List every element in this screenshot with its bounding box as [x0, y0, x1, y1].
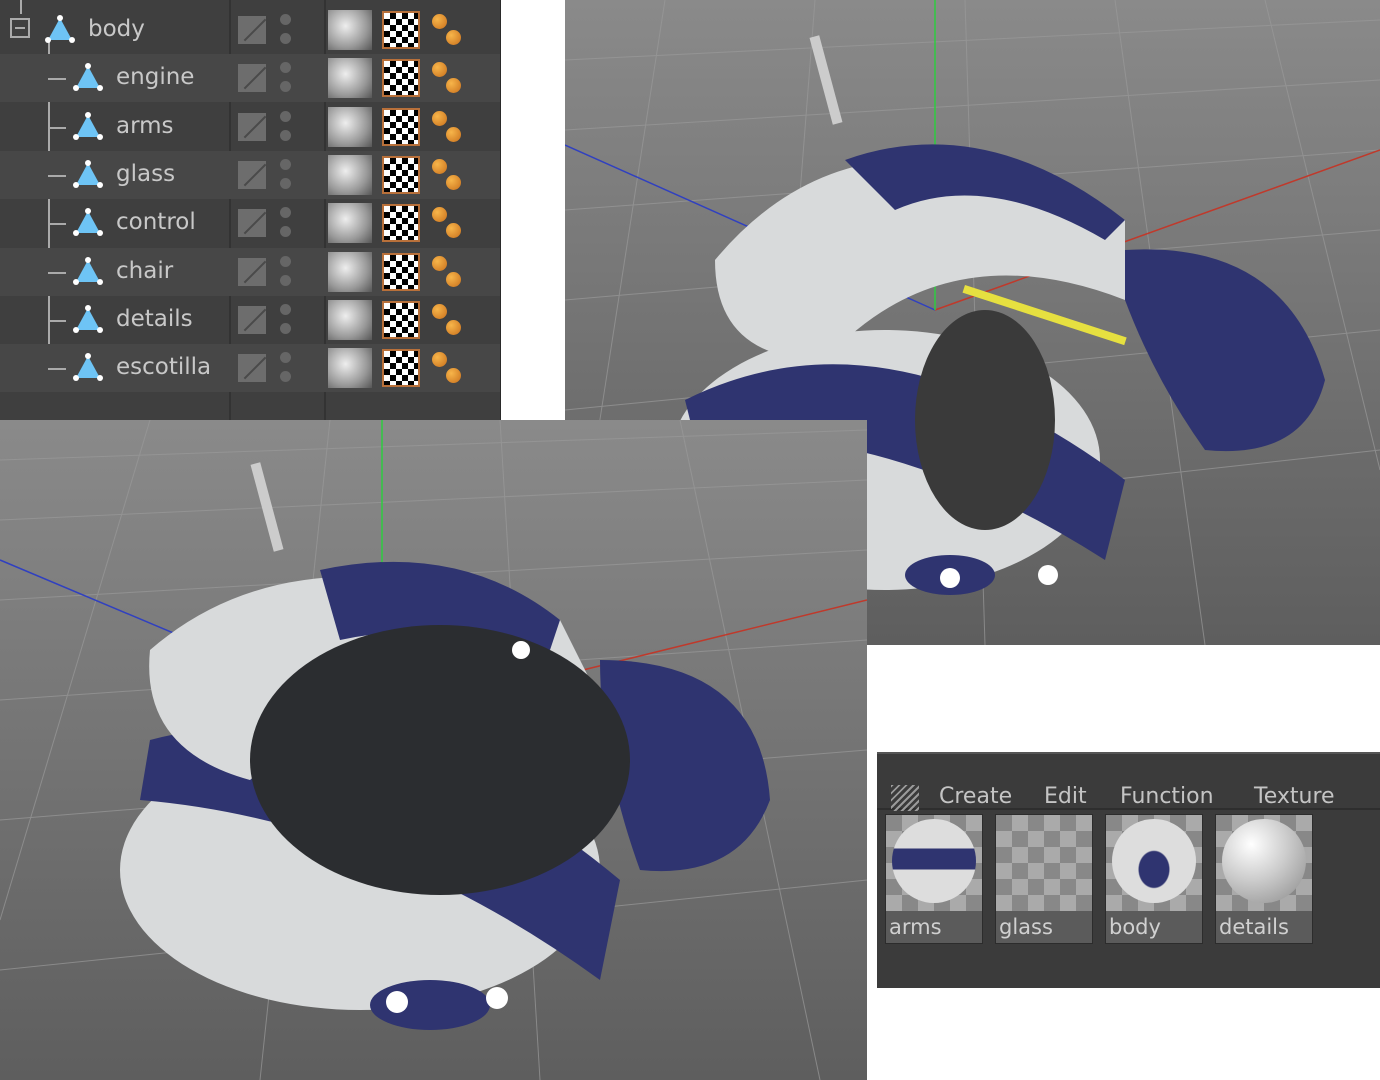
material-sphere-icon	[1222, 819, 1306, 903]
texture-tag-icon[interactable]	[328, 10, 372, 50]
menu-edit[interactable]: Edit	[1044, 784, 1087, 809]
visibility-dots-icon[interactable]	[280, 14, 292, 46]
object-manager: body engine arms glass control chair details es…	[0, 0, 501, 420]
visibility-dots-icon[interactable]	[280, 352, 292, 384]
object-row-body[interactable]: body	[0, 6, 500, 54]
phong-tag-icon[interactable]	[430, 60, 466, 96]
material-manager: Create Edit Function Texture arms glass …	[877, 752, 1380, 988]
visibility-dots-icon[interactable]	[280, 158, 292, 191]
material-preview	[1106, 815, 1202, 911]
visibility-dots-icon[interactable]	[280, 110, 292, 143]
layer-icon[interactable]	[238, 64, 266, 93]
uvw-tag-icon[interactable]	[382, 59, 420, 98]
tree-branch	[48, 126, 66, 129]
texture-tag-icon[interactable]	[328, 58, 372, 99]
object-name[interactable]: escotilla	[116, 354, 211, 380]
menu-function[interactable]: Function	[1120, 784, 1214, 809]
texture-tag-icon[interactable]	[328, 251, 372, 292]
object-row-chair[interactable]: chair	[0, 247, 500, 296]
object-row-glass[interactable]: glass	[0, 150, 500, 199]
menu-texture[interactable]: Texture	[1254, 784, 1335, 809]
object-row-engine[interactable]: engine	[0, 54, 500, 103]
object-row-details[interactable]: details	[0, 296, 500, 344]
object-name[interactable]: control	[116, 209, 196, 235]
visibility-dots-icon[interactable]	[280, 255, 292, 288]
polygon-object-icon	[73, 256, 103, 285]
tree-branch	[48, 271, 66, 274]
robot-model-closed	[120, 462, 770, 1030]
polygon-object-icon	[73, 63, 103, 92]
tree-branch	[48, 368, 66, 371]
phong-tag-icon[interactable]	[430, 254, 466, 290]
material-preview	[886, 815, 982, 911]
object-row-arms[interactable]: arms	[0, 103, 500, 151]
material-preview	[1216, 815, 1312, 911]
layer-icon[interactable]	[238, 16, 266, 44]
material-menu-bar: Create Edit Function Texture	[877, 768, 1380, 811]
material-details[interactable]: details	[1215, 814, 1313, 944]
polygon-object-icon	[73, 304, 103, 333]
layer-icon[interactable]	[238, 354, 266, 383]
object-name[interactable]: chair	[116, 258, 173, 284]
material-body[interactable]: body	[1105, 814, 1203, 944]
material-label: glass	[999, 915, 1053, 939]
texture-tag-icon[interactable]	[328, 299, 372, 340]
phong-tag-icon[interactable]	[430, 109, 466, 145]
object-name[interactable]: arms	[116, 113, 174, 139]
material-sphere-icon	[892, 819, 976, 903]
uvw-tag-icon[interactable]	[382, 252, 420, 291]
polygon-object-icon	[73, 159, 103, 188]
visibility-dots-icon[interactable]	[280, 62, 292, 94]
object-row-escotilla[interactable]: escotilla	[0, 344, 500, 393]
material-sphere-icon	[1112, 819, 1196, 903]
polygon-object-icon	[73, 208, 103, 237]
uvw-tag-icon[interactable]	[382, 300, 420, 339]
polygon-object-icon	[45, 15, 75, 43]
layer-icon[interactable]	[238, 257, 266, 286]
material-label: body	[1109, 915, 1161, 939]
texture-tag-icon[interactable]	[328, 154, 372, 195]
viewport-grid	[0, 420, 867, 1080]
tree-branch	[48, 78, 66, 81]
grip-icon[interactable]	[891, 785, 919, 811]
layer-icon[interactable]	[238, 112, 266, 141]
layer-icon[interactable]	[238, 305, 266, 334]
tree-branch	[48, 319, 66, 322]
polygon-object-icon	[73, 111, 103, 140]
phong-tag-icon[interactable]	[430, 157, 466, 193]
object-row-control[interactable]: control	[0, 199, 500, 247]
material-arms[interactable]: arms	[885, 814, 983, 944]
uvw-tag-icon[interactable]	[382, 204, 420, 243]
phong-tag-icon[interactable]	[430, 302, 466, 338]
uvw-tag-icon[interactable]	[382, 349, 420, 388]
phong-tag-icon[interactable]	[430, 12, 466, 48]
material-label: details	[1219, 915, 1289, 939]
object-name[interactable]: details	[116, 306, 193, 332]
object-name[interactable]: glass	[116, 161, 175, 187]
tree-branch	[48, 223, 66, 226]
tree-branch	[48, 174, 66, 177]
material-label: arms	[889, 915, 942, 939]
material-preview	[996, 815, 1092, 911]
polygon-object-icon	[73, 353, 103, 382]
phong-tag-icon[interactable]	[430, 350, 466, 386]
uvw-tag-icon[interactable]	[382, 11, 420, 49]
phong-tag-icon[interactable]	[430, 205, 466, 241]
uvw-tag-icon[interactable]	[382, 107, 420, 146]
texture-tag-icon[interactable]	[328, 348, 372, 389]
texture-tag-icon[interactable]	[328, 106, 372, 147]
layer-icon[interactable]	[238, 160, 266, 189]
material-glass[interactable]: glass	[995, 814, 1093, 944]
uvw-tag-icon[interactable]	[382, 155, 420, 194]
layer-icon[interactable]	[238, 209, 266, 238]
viewport-perspective-bottom[interactable]	[0, 420, 867, 1080]
visibility-dots-icon[interactable]	[280, 207, 292, 239]
collapse-icon[interactable]	[10, 18, 30, 38]
texture-tag-icon[interactable]	[328, 203, 372, 244]
object-name[interactable]: body	[88, 16, 145, 42]
menu-create[interactable]: Create	[939, 784, 1012, 809]
visibility-dots-icon[interactable]	[280, 303, 292, 336]
object-name[interactable]: engine	[116, 64, 194, 90]
